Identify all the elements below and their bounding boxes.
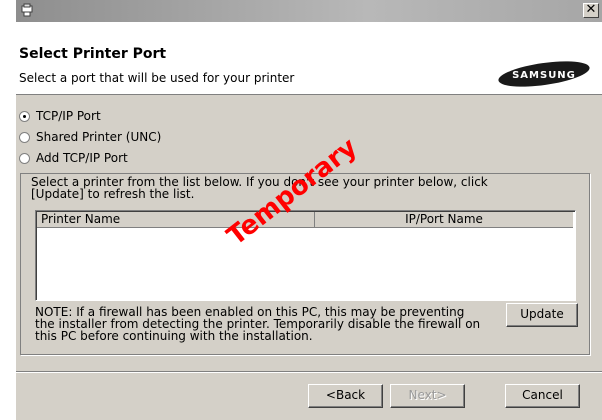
next-button[interactable]: Next> — [390, 384, 465, 408]
radio-button[interactable] — [19, 131, 30, 143]
firewall-note: NOTE: If a firewall has been enabled on … — [35, 306, 505, 342]
radio-add-tcpip-port[interactable]: Add TCP/IP Port — [19, 150, 128, 166]
radio-label: TCP/IP Port — [36, 109, 101, 123]
note-line: this PC before continuing with the insta… — [35, 329, 313, 343]
samsung-logo: SAMSUNG — [498, 61, 590, 87]
update-button[interactable]: Update — [506, 303, 578, 327]
footer-divider — [16, 371, 602, 373]
radio-button-checked[interactable] — [19, 110, 30, 122]
page-title: Select Printer Port — [19, 46, 167, 62]
title-bar[interactable]: ✕ — [16, 0, 602, 22]
radio-label: Shared Printer (UNC) — [36, 130, 162, 144]
printer-list[interactable]: Printer Name IP/Port Name — [35, 210, 576, 301]
close-button[interactable]: ✕ — [583, 3, 599, 18]
cancel-button[interactable]: Cancel — [505, 384, 580, 408]
app-icon — [21, 3, 33, 17]
page-subtitle: Select a port that will be used for your… — [19, 71, 295, 85]
radio-button[interactable] — [19, 152, 30, 164]
installer-window: ✕ Select Printer Port Select a port that… — [15, 0, 602, 420]
radio-shared-printer[interactable]: Shared Printer (UNC) — [19, 129, 161, 145]
wizard-header: Select Printer Port Select a port that w… — [16, 22, 602, 95]
radio-label: Add TCP/IP Port — [36, 151, 128, 165]
radio-tcpip-port[interactable]: TCP/IP Port — [19, 108, 101, 124]
close-icon: ✕ — [585, 2, 597, 17]
logo-text: SAMSUNG — [512, 70, 576, 81]
column-header-ip-port-name[interactable]: IP/Port Name — [315, 212, 573, 228]
back-button[interactable]: <Back — [308, 384, 383, 408]
